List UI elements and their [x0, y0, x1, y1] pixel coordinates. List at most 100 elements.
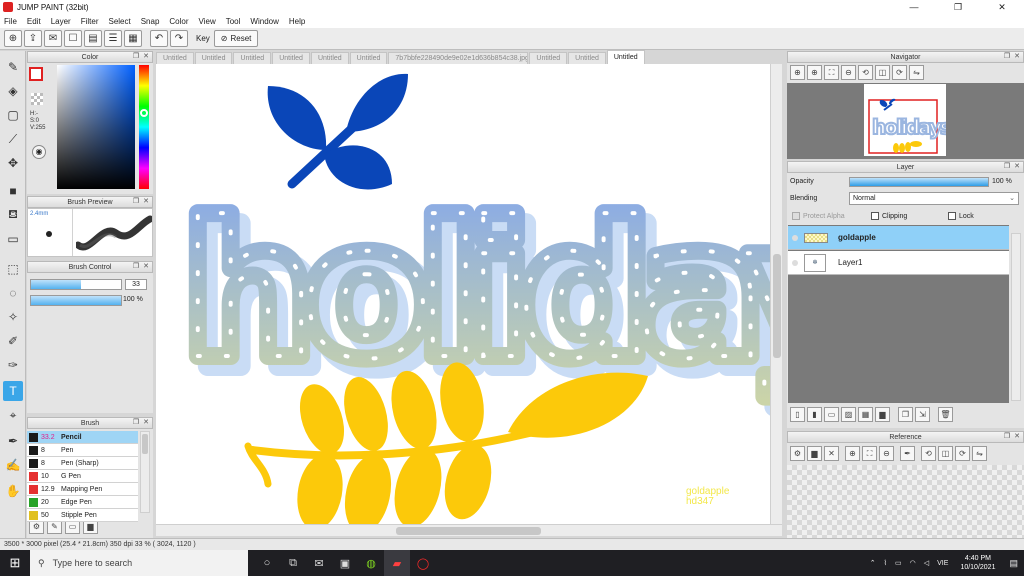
reference-canvas[interactable] — [787, 465, 1024, 538]
zoom-out-icon[interactable]: ⊖ — [841, 65, 856, 80]
flip-icon[interactable]: ⇋ — [972, 446, 987, 461]
float-icon[interactable]: ❐ — [1003, 53, 1011, 61]
tab-jpg-file[interactable]: 7b7bbfe228490de9e02e1d636b854c38.jpg — [388, 52, 529, 64]
brush-opacity-slider[interactable] — [30, 295, 122, 306]
rotate-right-icon[interactable]: ⟳ — [955, 446, 970, 461]
transparent-swatch[interactable] — [31, 93, 43, 105]
fill-rect-tool-icon[interactable]: ■ — [3, 181, 23, 201]
taskbar-search[interactable]: ⚲ Type here to search — [30, 550, 248, 576]
menu-view[interactable]: View — [199, 17, 216, 26]
brush-size-value[interactable]: 33 — [125, 279, 147, 290]
reference-close-icon[interactable]: ✕ — [824, 446, 839, 461]
close-button[interactable]: ✕ — [980, 0, 1024, 14]
saturation-value-field[interactable] — [57, 65, 135, 189]
menu-edit[interactable]: Edit — [27, 17, 41, 26]
vertical-scroll-thumb[interactable] — [773, 254, 781, 358]
new-vector-layer-icon[interactable]: ▭ — [824, 407, 839, 422]
notification-icon[interactable]: ▤ — [1009, 558, 1018, 569]
taskbar-clock[interactable]: 4:40 PM 10/10/2021 — [960, 554, 995, 572]
blending-select[interactable]: Normal ⌄ — [849, 192, 1019, 205]
browser-icon[interactable]: ◍ — [358, 550, 384, 576]
panel-close-icon[interactable]: ✕ — [1013, 163, 1021, 171]
operation-tool-icon[interactable]: ⌖ — [3, 405, 23, 425]
open-folder-icon[interactable]: ▆ — [807, 446, 822, 461]
float-icon[interactable]: ❐ — [132, 53, 140, 61]
select-rect-icon[interactable]: ⬚ — [3, 259, 23, 279]
comment-icon[interactable]: ✉ — [44, 30, 62, 47]
float-icon[interactable]: ❐ — [132, 198, 140, 206]
menu-select[interactable]: Select — [108, 17, 130, 26]
gradient-tool-icon[interactable]: ▭ — [3, 229, 23, 249]
menu-color[interactable]: Color — [169, 17, 188, 26]
windows-start-icon[interactable]: ⊞ — [0, 550, 30, 576]
brush-list-scrollbar[interactable] — [140, 431, 150, 513]
layer-row-layer1[interactable]: ✽ Layer1 — [788, 251, 1009, 275]
fit-window-icon[interactable]: ⛶ — [824, 65, 839, 80]
volume-icon[interactable]: ◁ — [924, 559, 929, 567]
rotate-left-icon[interactable]: ⟲ — [921, 446, 936, 461]
tab-untitled-active[interactable]: Untitled — [606, 50, 645, 64]
hue-slider[interactable] — [139, 65, 149, 189]
brush-size-slider[interactable] — [30, 279, 122, 290]
brush-list-item[interactable]: 50 Stipple Pen — [27, 509, 138, 522]
canvas-horizontal-scrollbar[interactable] — [156, 524, 782, 536]
foreground-color-swatch[interactable] — [29, 67, 43, 81]
message-icon[interactable]: ☐ — [64, 30, 82, 47]
tab-untitled[interactable]: Untitled — [349, 52, 388, 64]
float-icon[interactable]: ❐ — [1003, 433, 1011, 441]
palette-icon[interactable]: ◉ — [32, 145, 46, 159]
rotate-left-icon[interactable]: ⟲ — [858, 65, 873, 80]
zoom-in-icon[interactable]: ⊕ — [790, 65, 805, 80]
menu-snap[interactable]: Snap — [141, 17, 160, 26]
tab-untitled[interactable]: Untitled — [272, 52, 310, 64]
undo-icon[interactable]: ↶ — [150, 30, 168, 47]
tab-untitled[interactable]: Untitled — [529, 52, 568, 64]
tab-untitled[interactable]: Untitled — [233, 52, 272, 64]
clipping-checkbox[interactable]: Clipping — [871, 212, 907, 220]
brush-list-item[interactable]: 20 Edge Pen — [27, 496, 138, 509]
brush-list-item[interactable]: 8 Pen (Sharp) — [27, 457, 138, 470]
tab-untitled[interactable]: Untitled — [194, 52, 233, 64]
lock-checkbox[interactable]: Lock — [948, 212, 974, 220]
layer-gallery-icon[interactable]: ▦ — [858, 407, 873, 422]
brush-list-item[interactable]: 12.9 Mapping Pen — [27, 483, 138, 496]
network-icon[interactable]: ⌇ — [884, 559, 887, 567]
tab-untitled[interactable]: Untitled — [568, 52, 606, 64]
share-icon[interactable]: ⇪ — [24, 30, 42, 47]
brush-list-item[interactable]: 33.2 Pencil — [27, 431, 138, 444]
move-tool-icon[interactable]: ✥ — [3, 153, 23, 173]
input-language[interactable]: VIE — [937, 560, 948, 567]
open-icon[interactable]: ⊕ — [4, 30, 22, 47]
jump-paint-taskbar-icon[interactable]: ▰ — [384, 550, 410, 576]
new-raster-layer-icon[interactable]: ▮ — [807, 407, 822, 422]
menu-help[interactable]: Help — [289, 17, 305, 26]
brush-tool-icon[interactable]: ✎ — [3, 57, 23, 77]
canvas-vertical-scrollbar[interactable] — [770, 64, 782, 524]
menu-layer[interactable]: Layer — [51, 17, 71, 26]
document-icon[interactable]: ▤ — [84, 30, 102, 47]
eyedropper-icon[interactable]: ✒ — [3, 431, 23, 451]
new-folder-icon[interactable]: ▆ — [875, 407, 890, 422]
chevron-up-icon[interactable]: ⌃ — [870, 559, 876, 567]
eraser-tool-icon[interactable]: ◈ — [3, 81, 23, 101]
brush-list-item[interactable]: 10 G Pen — [27, 470, 138, 483]
layer-visibility-icon[interactable] — [792, 234, 798, 241]
line-tool-icon[interactable]: ⟋ — [3, 129, 23, 149]
tab-untitled[interactable]: Untitled — [310, 52, 349, 64]
horizontal-scroll-thumb[interactable] — [396, 527, 541, 535]
layer-opacity-slider[interactable] — [849, 177, 989, 187]
rotate-right-icon[interactable]: ⟳ — [892, 65, 907, 80]
brush-list-item[interactable]: 8 Pen — [27, 444, 138, 457]
layer-visibility-icon[interactable] — [792, 259, 798, 266]
panel-close-icon[interactable]: ✕ — [142, 419, 150, 427]
select-pen-icon[interactable]: ✐ — [3, 331, 23, 351]
layer-row-goldapple[interactable]: goldapple — [788, 226, 1009, 250]
magic-wand-icon[interactable]: ✧ — [3, 307, 23, 327]
float-icon[interactable]: ❐ — [132, 419, 140, 427]
mail-icon[interactable]: ✉ — [306, 550, 332, 576]
lasso-icon[interactable]: ◌ — [3, 283, 23, 303]
panel-close-icon[interactable]: ✕ — [1013, 53, 1021, 61]
wifi-icon[interactable]: ◠ — [910, 559, 916, 567]
opera-icon[interactable]: ◯ — [410, 550, 436, 576]
select-eraser-icon[interactable]: ✑ — [3, 355, 23, 375]
